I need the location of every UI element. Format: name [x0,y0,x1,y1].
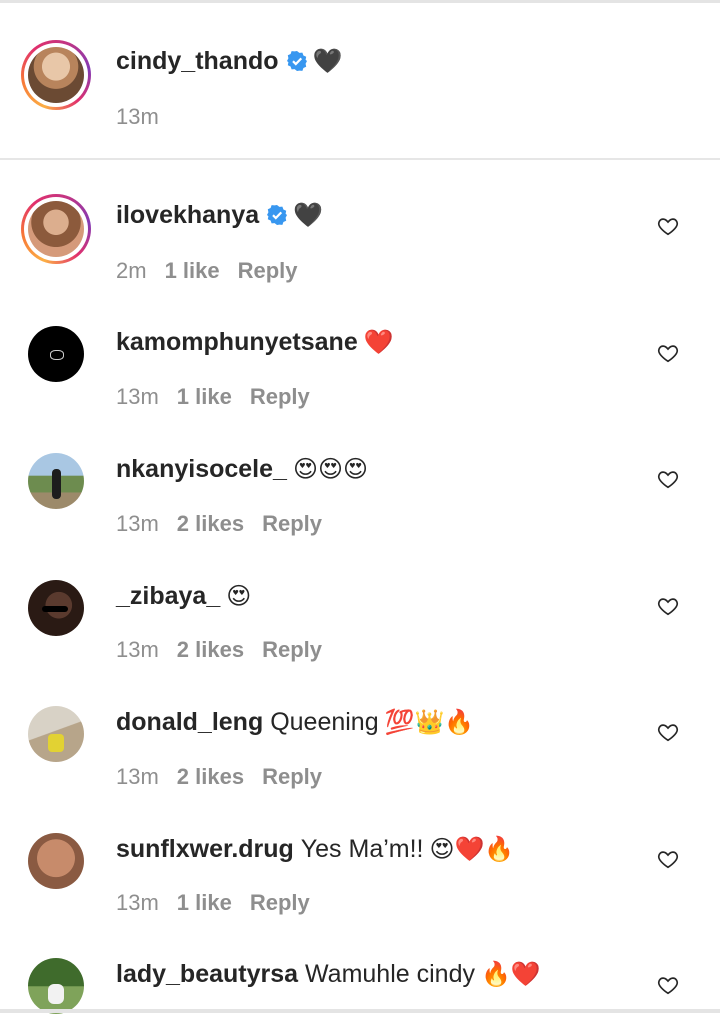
like-heart-icon[interactable] [657,468,679,490]
comment-avatar[interactable] [28,958,84,1014]
comment-avatar[interactable] [28,326,84,382]
comment-avatar[interactable] [28,706,84,762]
comment-meta: 13m 2 likes Reply [116,764,340,790]
verified-badge-icon [286,51,307,71]
reply-button[interactable]: Reply [250,890,310,915]
comment-username[interactable]: _zibaya_ [116,582,220,610]
comment-likes[interactable]: 2 likes [177,637,244,662]
comment-meta: 13m 2 likes Reply [116,511,340,537]
like-heart-icon[interactable] [657,721,679,743]
like-heart-icon[interactable] [657,342,679,364]
comment-line: lady_beautyrsa Wamuhle cindy 🔥❤️ [116,960,541,989]
comment-meta: 13m 1 like Reply [116,890,328,916]
comment-username[interactable]: ilovekhanya [116,201,259,229]
caption-emoji: 🖤 [312,47,343,75]
caption-username[interactable]: cindy_thando [116,47,279,75]
comment-line: nkanyisocele_ 😍😍😍 [116,455,368,484]
comment-emoji: 😍❤️🔥 [429,835,515,863]
comment-avatar[interactable] [28,833,84,889]
comment-username[interactable]: kamomphunyetsane [116,328,358,356]
caption-author[interactable]: cindy_thando 🖤 [116,47,342,76]
reply-button[interactable]: Reply [262,764,322,789]
comment-likes[interactable]: 2 likes [177,511,244,536]
comment-likes[interactable]: 1 like [177,890,232,915]
comment-username[interactable]: sunflxwer.drug [116,835,294,863]
comment-emoji: 😍😍😍 [292,455,368,483]
like-heart-icon[interactable] [657,848,679,870]
comment-line: _zibaya_ 😍 [116,582,251,611]
comment-text: Queening [270,708,379,736]
comment-likes[interactable]: 1 like [165,258,220,283]
reply-button[interactable]: Reply [262,511,322,536]
like-heart-icon[interactable] [657,974,679,996]
comment-line: kamomphunyetsane ❤️ [116,328,394,357]
comment-avatar[interactable] [21,194,91,264]
caption-time: 13m [116,104,159,129]
comment-line: sunflxwer.drug Yes Ma’m!! 😍❤️🔥 [116,835,514,864]
comment-likes[interactable]: 1 like [177,384,232,409]
comment-time: 13m [116,764,159,789]
like-heart-icon[interactable] [657,215,679,237]
comment-time: 13m [116,511,159,536]
comment-time: 13m [116,890,159,915]
comment-username[interactable]: lady_beautyrsa [116,960,298,988]
reply-button[interactable]: Reply [262,637,322,662]
reply-button[interactable]: Reply [238,258,298,283]
comment-meta: 13m 1 like Reply [116,384,328,410]
comment-likes[interactable]: 2 likes [177,764,244,789]
comment-emoji: 🖤 [293,201,324,229]
comment-emoji: ❤️ [363,328,394,356]
comment-emoji: 💯👑🔥 [384,708,475,736]
comment-time: 13m [116,637,159,662]
verified-badge-icon [267,205,288,225]
comment-username[interactable]: donald_leng [116,708,263,736]
reply-button[interactable]: Reply [250,384,310,409]
comment-text: Yes Ma’m!! [300,835,424,863]
comment-time: 13m [116,384,159,409]
comment-avatar[interactable] [28,453,84,509]
comment-line: donald_leng Queening 💯👑🔥 [116,708,474,737]
comment-meta: 13m 2 likes Reply [116,637,340,663]
caption-avatar[interactable] [21,40,91,110]
bottom-divider [0,1009,720,1013]
comment-emoji: 🔥❤️ [480,960,541,988]
comment-username[interactable]: nkanyisocele_ [116,455,287,483]
comment-text: Wamuhle cindy [305,960,475,988]
comment-line: ilovekhanya 🖤 [116,201,323,230]
comment-avatar[interactable] [28,580,84,636]
like-heart-icon[interactable] [657,595,679,617]
comment-emoji: 😍 [226,582,252,610]
comment-meta: 2m 1 like Reply [116,258,316,284]
post-caption: cindy_thando 🖤 13m [0,3,720,160]
comment-time: 2m [116,258,147,283]
